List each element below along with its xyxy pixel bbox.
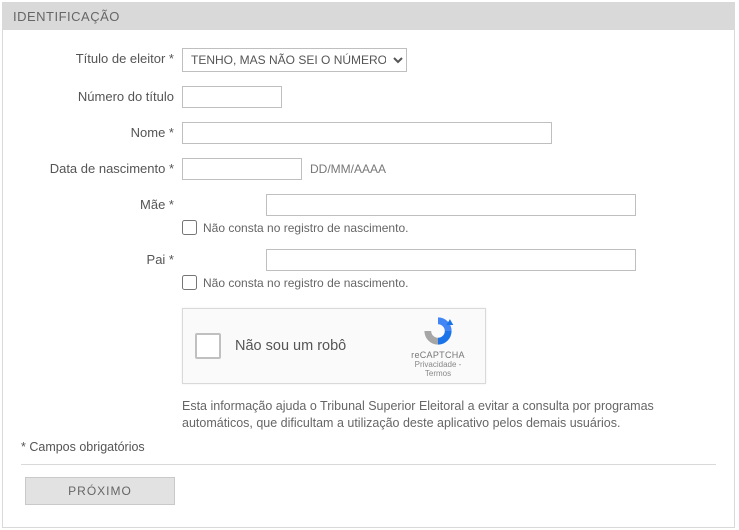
row-pai: Pai * Não consta no registro de nascimen…: [17, 249, 720, 290]
recaptcha-branding: reCAPTCHA Privacidade - Termos: [403, 314, 473, 378]
panel-title: IDENTIFICAÇÃO: [3, 3, 734, 30]
label-pai: Pai *: [17, 249, 182, 267]
label-numero-titulo: Número do título: [17, 86, 182, 104]
titulo-eleitor-select[interactable]: TENHO, MAS NÃO SEI O NÚMERO: [182, 48, 407, 72]
label-nome: Nome *: [17, 122, 182, 140]
row-nome: Nome *: [17, 122, 720, 144]
data-nascimento-input[interactable]: [182, 158, 302, 180]
identification-panel: IDENTIFICAÇÃO Título de eleitor * TENHO,…: [2, 2, 735, 528]
pai-input[interactable]: [266, 249, 636, 271]
captcha-info-text: Esta informação ajuda o Tribunal Superio…: [182, 398, 702, 432]
recaptcha-widget: Não sou um robô reCAPTCHA: [182, 308, 486, 384]
pai-nao-consta-checkbox[interactable]: [182, 275, 197, 290]
recaptcha-brand-text: reCAPTCHA: [403, 350, 473, 360]
row-numero-titulo: Número do título: [17, 86, 720, 108]
recaptcha-checkbox[interactable]: [195, 333, 221, 359]
mae-input[interactable]: [266, 194, 636, 216]
row-info: Esta informação ajuda o Tribunal Superio…: [17, 398, 720, 432]
pai-nao-consta-label: Não consta no registro de nascimento.: [203, 276, 408, 290]
mae-nao-consta-label: Não consta no registro de nascimento.: [203, 221, 408, 235]
label-data-nascimento: Data de nascimento *: [17, 158, 182, 176]
recaptcha-label: Não sou um robô: [235, 338, 403, 354]
recaptcha-terms-link[interactable]: Termos: [425, 369, 451, 378]
recaptcha-links: Privacidade - Termos: [403, 360, 473, 378]
next-button[interactable]: PRÓXIMO: [25, 477, 175, 505]
row-titulo-eleitor: Título de eleitor * TENHO, MAS NÃO SEI O…: [17, 48, 720, 72]
mae-nao-consta-checkbox[interactable]: [182, 220, 197, 235]
numero-titulo-input[interactable]: [182, 86, 282, 108]
label-titulo-eleitor: Título de eleitor *: [17, 48, 182, 66]
required-fields-note: * Campos obrigatórios: [21, 440, 720, 454]
row-data-nascimento: Data de nascimento * DD/MM/AAAA: [17, 158, 720, 180]
divider: [21, 464, 716, 465]
nome-input[interactable]: [182, 122, 552, 144]
row-mae: Mãe * Não consta no registro de nascimen…: [17, 194, 720, 235]
recaptcha-icon: [421, 314, 455, 348]
panel-body: Título de eleitor * TENHO, MAS NÃO SEI O…: [3, 30, 734, 527]
data-nascimento-hint: DD/MM/AAAA: [310, 162, 386, 176]
label-mae: Mãe *: [17, 194, 182, 212]
row-captcha: Não sou um robô reCAPTCHA: [17, 308, 720, 384]
recaptcha-privacy-link[interactable]: Privacidade: [415, 360, 457, 369]
